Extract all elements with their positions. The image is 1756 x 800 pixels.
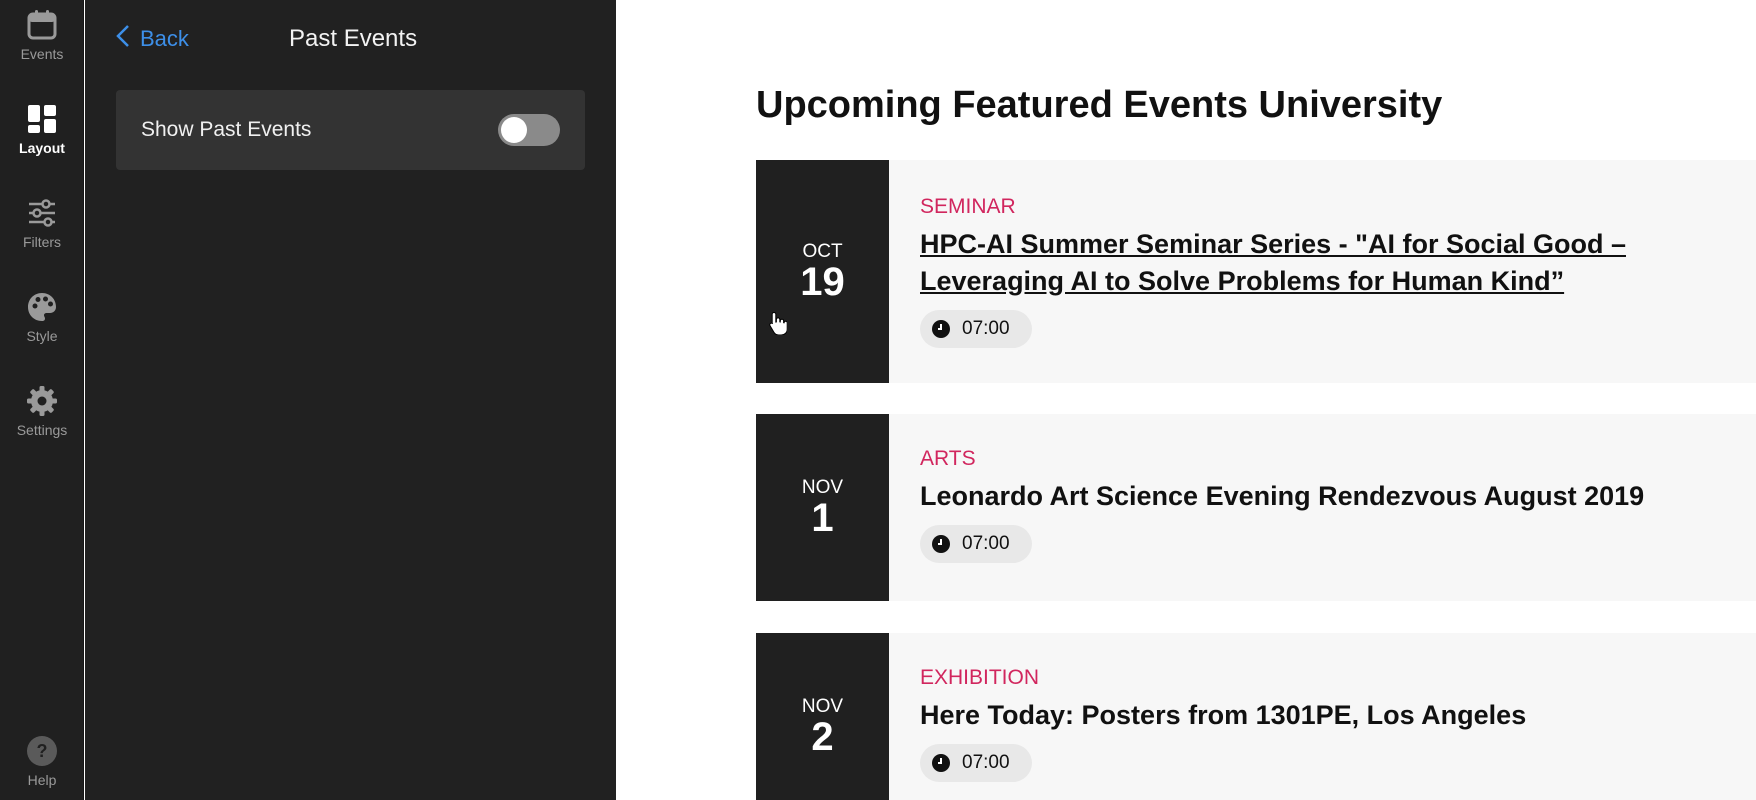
event-body: SEMINAR HPC-AI Summer Seminar Series - "… [920,194,1700,348]
event-time-label: 07:00 [962,533,1010,554]
event-body: ARTS Leonardo Art Science Evening Rendez… [920,446,1740,563]
hand-cursor-icon [769,311,788,340]
svg-text:?: ? [37,741,48,761]
rail-item-layout[interactable]: Layout [0,102,84,182]
clock-icon [932,320,950,338]
events-preview: Upcoming Featured Events University OCT … [616,0,1756,800]
show-past-events-label: Show Past Events [141,118,312,141]
event-month: NOV [801,476,844,498]
rail-item-label: Style [26,328,58,344]
rail-item-label: Events [20,46,64,62]
page-title: Upcoming Featured Events University [756,84,1443,126]
event-title-link[interactable]: HPC-AI Summer Seminar Series - "AI for S… [920,226,1700,300]
show-past-events-row: Show Past Events [116,90,585,170]
rail-item-events[interactable]: Events [0,8,84,88]
help-icon: ? [25,734,59,768]
back-label: Back [140,26,189,51]
event-date: NOV 2 [756,633,889,800]
event-title-link[interactable]: Leonardo Art Science Evening Rendezvous … [920,478,1740,515]
palette-icon [25,290,59,324]
back-button[interactable]: Back [116,24,189,54]
event-category: SEMINAR [920,195,1016,218]
event-day: 1 [811,495,834,540]
rail-item-filters[interactable]: Filters [0,196,84,276]
rail-item-label: Filters [22,234,62,250]
event-date: OCT 19 [756,160,889,383]
calendar-icon [25,8,59,42]
event-card[interactable]: NOV 2 EXHIBITION Here Today: Posters fro… [756,633,1756,800]
toggle-knob [501,117,527,143]
event-time: 07:00 [920,310,1032,348]
rail-item-label: Settings [16,422,68,438]
event-time: 07:00 [920,744,1032,782]
event-month: NOV [801,695,844,717]
sidebar-rail: Events Layout Filters Style Settings ? H… [0,0,84,800]
event-title-link[interactable]: Here Today: Posters from 1301PE, Los Ang… [920,697,1740,734]
help-label: Help [27,772,57,788]
rail-item-help[interactable]: ? Help [0,734,84,800]
event-card[interactable]: OCT 19 SEMINAR HPC-AI Summer Seminar Ser… [756,160,1756,383]
clock-icon [932,535,950,553]
gear-icon [25,384,59,418]
app-window: Events Layout Filters Style Settings ? H… [0,0,1756,800]
event-time-label: 07:00 [962,752,1010,773]
chevron-left-icon [116,24,130,54]
event-time: 07:00 [920,525,1032,563]
event-time-label: 07:00 [962,318,1010,339]
event-day: 2 [811,714,834,759]
event-day: 19 [800,259,845,304]
event-category: EXHIBITION [920,666,1040,689]
clock-icon [932,754,950,772]
event-category: ARTS [920,447,976,470]
rail-item-style[interactable]: Style [0,290,84,370]
layout-icon [25,102,59,136]
rail-item-label: Layout [19,140,65,156]
event-card[interactable]: NOV 1 ARTS Leonardo Art Science Evening … [756,414,1756,601]
show-past-events-toggle[interactable] [498,114,560,146]
sliders-icon [25,196,59,230]
panel-title: Past Events [289,25,418,52]
rail-item-settings[interactable]: Settings [0,384,84,464]
event-month: OCT [802,240,843,262]
event-date: NOV 1 [756,414,889,601]
event-body: EXHIBITION Here Today: Posters from 1301… [920,665,1740,782]
